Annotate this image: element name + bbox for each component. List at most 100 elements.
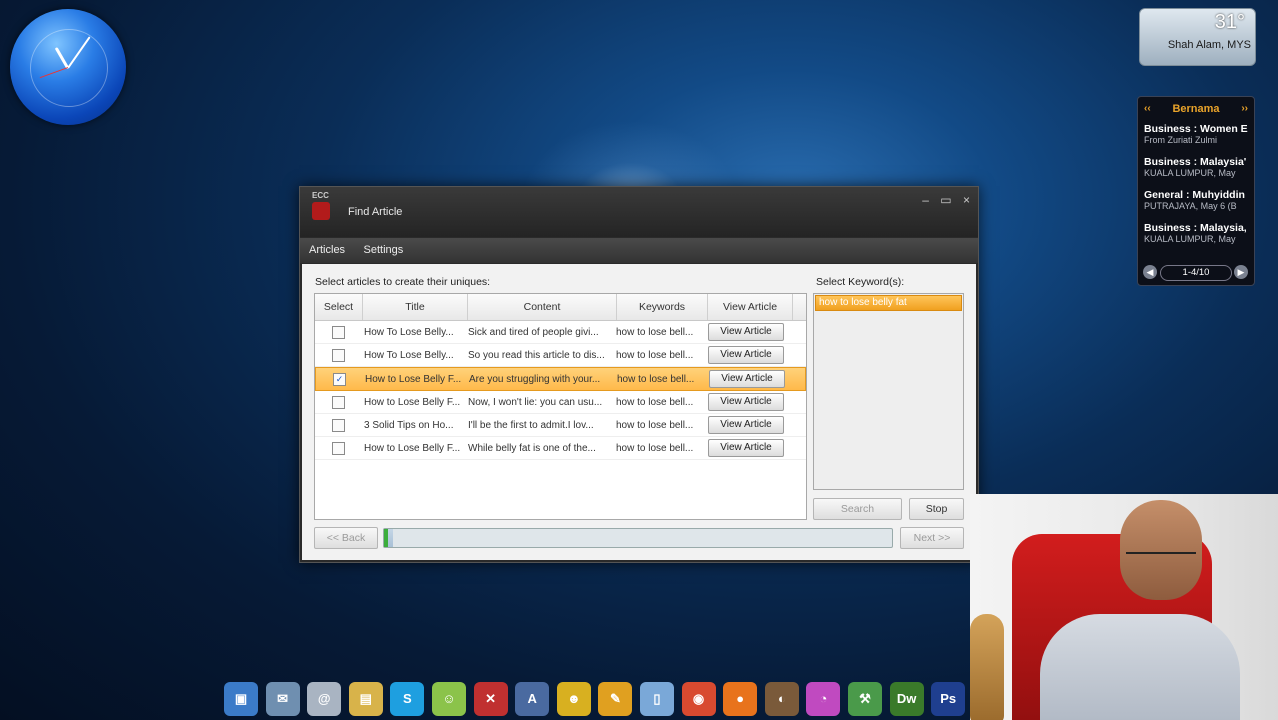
news-item-title: General : Muhyiddin <box>1144 189 1245 201</box>
row-content: Are you struggling with your... <box>469 373 601 385</box>
row-title: How to Lose Belly F... <box>365 373 462 385</box>
view-article-button[interactable]: View Article <box>708 439 784 457</box>
view-article-button[interactable]: View Article <box>708 393 784 411</box>
row-content: While belly fat is one of the... <box>468 442 596 454</box>
network-icon[interactable]: ⚒ <box>848 682 882 716</box>
row-select-cell <box>315 418 362 432</box>
row-checkbox[interactable] <box>332 325 345 339</box>
window-title: Find Article <box>348 206 403 218</box>
row-checkbox[interactable]: ✓ <box>333 372 346 386</box>
news-item[interactable]: Business : Malaysia' KUALA LUMPUR, May <box>1138 154 1254 187</box>
firefox-icon[interactable]: ● <box>723 682 758 716</box>
row-view-cell: View Article <box>704 346 788 364</box>
previous-page-icon[interactable]: ◀ <box>1143 265 1157 279</box>
yahoo-messenger-icon[interactable]: ☻ <box>556 682 591 716</box>
news-item[interactable]: General : Muhyiddin PUTRAJAYA, May 6 (B <box>1138 187 1254 220</box>
articles-grid: Select Title Content Keywords View Artic… <box>314 293 807 520</box>
table-row[interactable]: How To Lose Belly... So you read this art… <box>315 344 806 367</box>
clock-gadget[interactable] <box>10 9 126 125</box>
app-logo: ECC <box>312 191 336 229</box>
keyword-list[interactable]: how to lose belly fat <box>813 293 964 490</box>
row-checkbox[interactable] <box>332 441 345 455</box>
document-icon[interactable]: ▯ <box>640 682 674 716</box>
table-row[interactable]: How To Lose Belly... Sick and tired of pe… <box>315 321 806 344</box>
person-head <box>1120 500 1202 600</box>
keyword-item[interactable]: how to lose belly fat <box>815 295 962 311</box>
double-chevron-right-icon[interactable]: ›› <box>1241 97 1248 121</box>
picasa-icon[interactable]: ◔ <box>806 682 841 716</box>
row-view-cell: View Article <box>704 393 788 411</box>
row-content: Now, I won't lie: you can usu... <box>468 396 603 408</box>
at-sign-icon[interactable]: @ <box>307 682 342 716</box>
news-item-title: Business : Malaysia' <box>1144 156 1247 168</box>
chrome-icon[interactable]: ◉ <box>681 682 716 716</box>
find-article-window: ECC Find Article – ▭ × Articles Settings… <box>299 186 979 563</box>
row-title: 3 Solid Tips on Ho... <box>364 419 454 431</box>
column-header-view-article[interactable]: View Article <box>708 294 793 320</box>
notes-icon[interactable]: ✎ <box>598 682 633 716</box>
view-article-button[interactable]: View Article <box>709 370 785 388</box>
row-title: How To Lose Belly... <box>364 349 454 361</box>
next-button[interactable]: Next >> <box>900 527 964 549</box>
menu-bar: Articles Settings <box>300 238 978 263</box>
table-row[interactable]: ✓ How to Lose Belly F... Are you strugglin… <box>315 367 806 391</box>
stop-button[interactable]: Stop <box>909 498 964 520</box>
weather-gadget[interactable]: 31° Shah Alam, MYS <box>1139 8 1256 66</box>
maximize-icon[interactable]: ▭ <box>940 193 951 207</box>
app-logo-icon <box>312 202 330 220</box>
news-item-subtitle: KUALA LUMPUR, May <box>1144 168 1236 178</box>
view-article-button[interactable]: View Article <box>708 346 784 364</box>
minimize-icon[interactable]: – <box>922 193 929 207</box>
row-keywords: how to lose bell... <box>617 373 695 385</box>
tools-icon[interactable]: ✕ <box>473 682 508 716</box>
search-button[interactable]: Search <box>813 498 902 520</box>
column-header-title[interactable]: Title <box>363 294 468 320</box>
row-checkbox[interactable] <box>332 418 345 432</box>
news-source: Bernama <box>1172 103 1220 115</box>
dictionary-icon[interactable]: A <box>515 682 550 716</box>
double-chevron-left-icon[interactable]: ‹‹ <box>1144 97 1151 121</box>
column-header-select[interactable]: Select <box>315 294 363 320</box>
title-bar[interactable]: ECC Find Article – ▭ × <box>300 187 978 237</box>
articles-label: Select articles to create their uniques: <box>315 276 491 288</box>
column-header-keywords[interactable]: Keywords <box>617 294 708 320</box>
row-checkbox[interactable] <box>332 348 345 362</box>
row-view-cell: View Article <box>704 416 788 434</box>
menu-articles[interactable]: Articles <box>304 238 350 263</box>
column-header-content[interactable]: Content <box>468 294 617 320</box>
folder-icon[interactable]: ▤ <box>348 682 383 716</box>
webcam-overlay <box>970 494 1278 720</box>
table-row[interactable]: 3 Solid Tips on Ho... I'll be the first t… <box>315 414 806 437</box>
news-item-subtitle: PUTRAJAYA, May 6 (B <box>1144 201 1237 211</box>
row-keywords: how to lose bell... <box>616 396 694 408</box>
keywords-label: Select Keyword(s): <box>816 276 905 288</box>
view-article-button[interactable]: View Article <box>708 323 784 341</box>
news-item[interactable]: Business : Women E From Zuriati Zulmi <box>1138 121 1254 154</box>
grid-header: Select Title Content Keywords View Artic… <box>315 294 806 321</box>
news-item[interactable]: Business : Malaysia, KUALA LUMPUR, May <box>1138 220 1254 253</box>
news-header: ‹‹ Bernama ›› <box>1138 97 1254 121</box>
dreamweaver-icon[interactable]: Dw <box>889 682 924 716</box>
gimp-icon[interactable]: ◐ <box>764 682 799 716</box>
view-article-button[interactable]: View Article <box>708 416 784 434</box>
row-select-cell: ✓ <box>316 372 363 386</box>
menu-settings[interactable]: Settings <box>359 238 409 263</box>
row-title: How to Lose Belly F... <box>364 396 461 408</box>
news-footer: ◀ 1-4/10 ▶ <box>1138 263 1254 283</box>
back-button[interactable]: << Back <box>314 527 378 549</box>
next-page-icon[interactable]: ▶ <box>1234 265 1248 279</box>
row-title: How To Lose Belly... <box>364 326 454 338</box>
close-icon[interactable]: × <box>963 193 970 207</box>
mail-icon[interactable]: ✉ <box>265 682 300 716</box>
photoshop-icon[interactable]: Ps <box>931 682 966 716</box>
row-checkbox[interactable] <box>332 395 345 409</box>
progress-bar <box>383 528 893 548</box>
table-row[interactable]: How to Lose Belly F... While belly fat is… <box>315 437 806 460</box>
computer-icon[interactable]: ▣ <box>224 682 258 716</box>
messenger-icon[interactable]: ☺ <box>432 682 466 716</box>
row-content: So you read this article to dis... <box>468 349 605 361</box>
table-row[interactable]: How to Lose Belly F... Now, I won't lie: … <box>315 391 806 414</box>
news-gadget[interactable]: ‹‹ Bernama ›› Business : Women E From Zur… <box>1137 96 1255 286</box>
taskbar-dock: ▣ ✉ @ ▤ S ☺ ✕ A ☻ ✎ ▯ ◉ ● ◐ ◔ ⚒ Dw Ps <box>218 676 978 720</box>
skype-icon[interactable]: S <box>390 682 425 716</box>
